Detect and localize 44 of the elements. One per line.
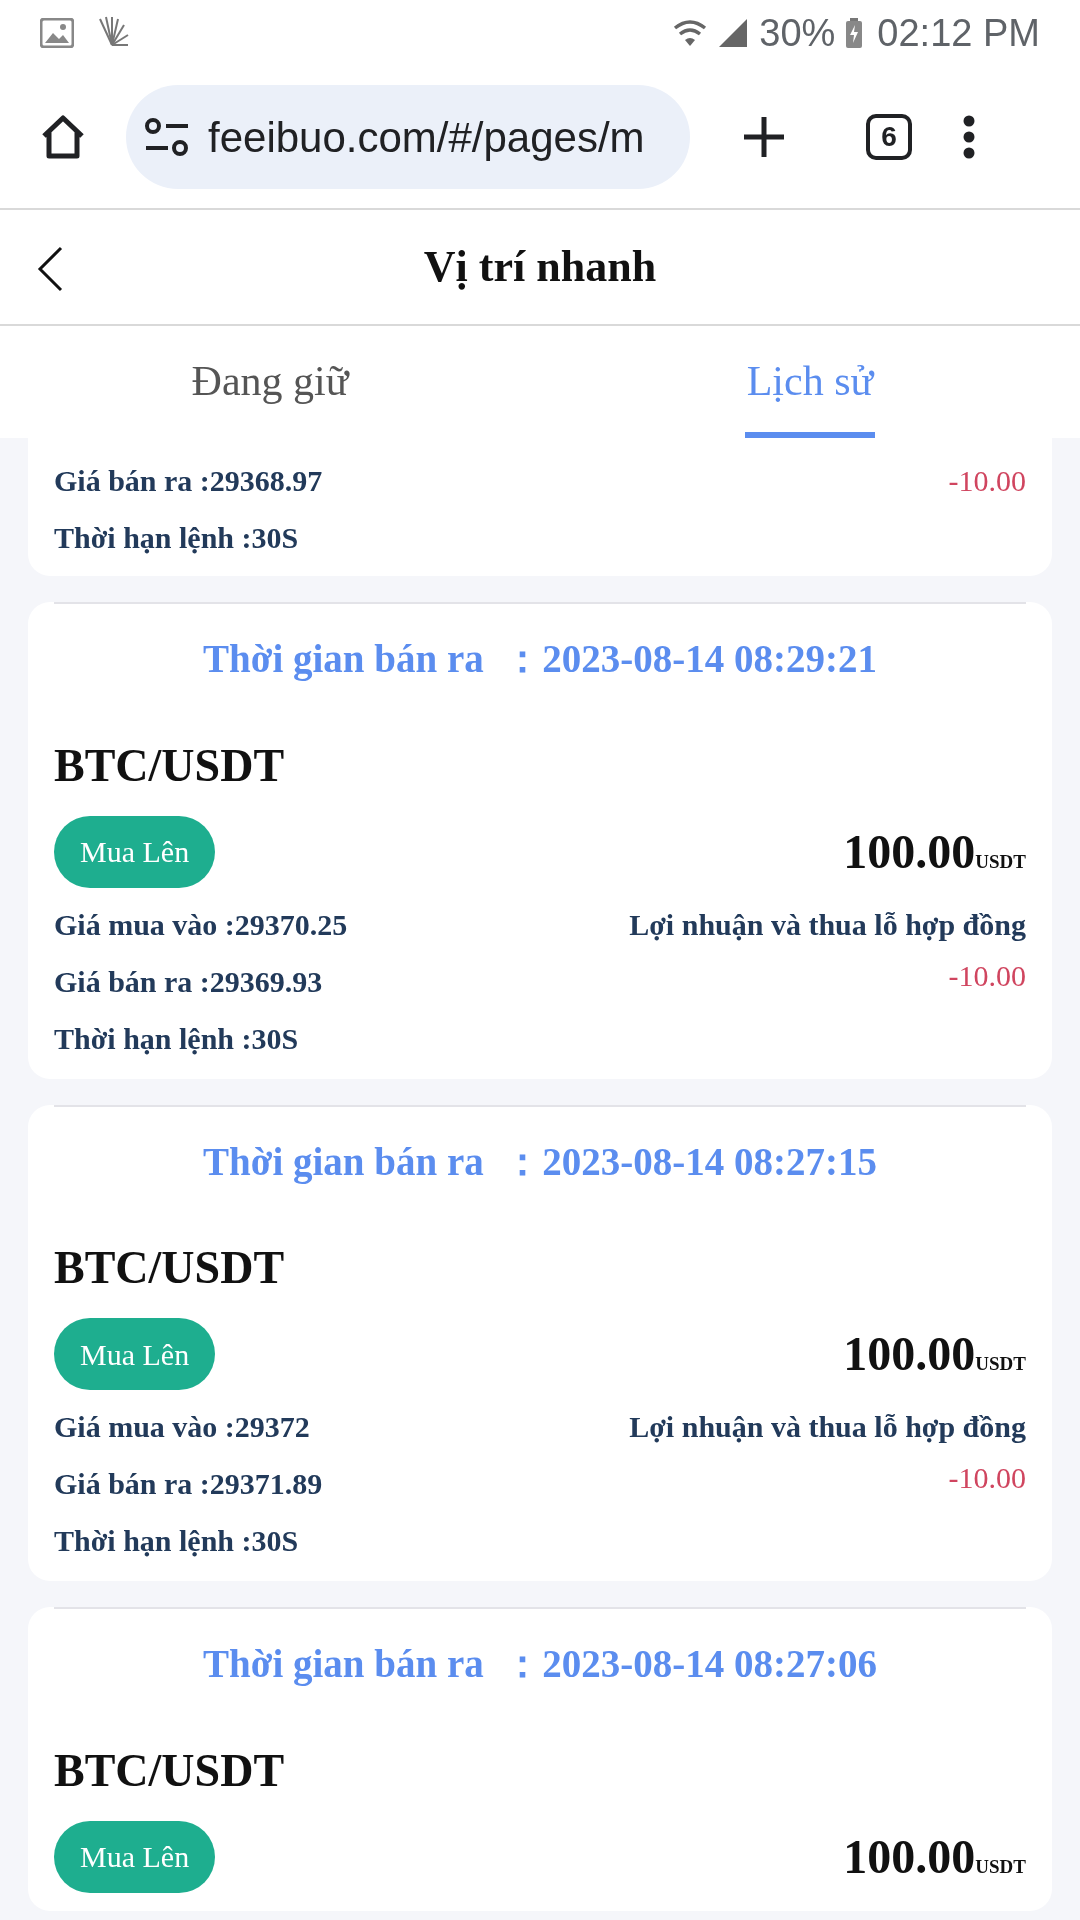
back-icon[interactable] (36, 246, 64, 292)
pnl-value: -10.00 (948, 957, 1026, 994)
more-menu-icon[interactable] (962, 115, 976, 159)
tune-icon (144, 117, 190, 157)
sell-time: Thời gian bán ra ：2023-08-14 08:27:06 (202, 1641, 878, 1688)
trading-pair: BTC/USDT (54, 1241, 285, 1295)
sell-price: Giá bán ra :29368.97 (54, 463, 323, 499)
battery-icon (845, 18, 864, 48)
pnl-value: -10.00 (948, 1460, 1026, 1496)
amount: 100.00 (843, 1828, 976, 1885)
tab-count-button[interactable]: 6 (866, 114, 912, 160)
url-text: feeibuo.com/#/pages/m (208, 112, 645, 163)
sell-price: Giá bán ra :29371.89 (54, 1466, 323, 1502)
pnl-label: Lợi nhuận và thua lỗ hợp đồng (629, 906, 1026, 943)
sell-time: Thời gian bán ra ：2023-08-14 08:29:21 (202, 636, 878, 683)
order-duration: Thời hạn lệnh :30S (54, 520, 299, 556)
tab[interactable]: Đang giữ (189, 326, 351, 438)
sell-time: Thời gian bán ra ：2023-08-14 08:27:15 (202, 1138, 878, 1186)
trading-pair: BTC/USDT (54, 738, 285, 793)
direction-button[interactable]: Mua Lên (54, 815, 216, 888)
pnl-value: -10.00 (948, 463, 1026, 499)
sell-price: Giá bán ra :29369.93 (54, 963, 323, 1000)
buy-price: Giá mua vào :29372 (54, 1409, 310, 1445)
currency-unit: USDT (975, 1353, 1026, 1376)
clock: 02:12 PM (877, 10, 1040, 56)
order-duration: Thời hạn lệnh :30S (54, 1020, 299, 1057)
amount: 100.00 (843, 1326, 976, 1382)
direction-button[interactable]: Mua Lên (54, 1820, 216, 1893)
currency-unit: USDT (975, 1855, 1026, 1879)
order-duration: Thời hạn lệnh :30S (54, 1523, 299, 1559)
address-bar[interactable]: feeibuo.com/#/pages/m (126, 85, 690, 189)
pnl-label: Lợi nhuận và thua lỗ hợp đồng (629, 1409, 1026, 1445)
currency-unit: USDT (975, 850, 1026, 874)
page-title: Vị trí nhanh (423, 241, 657, 293)
home-icon[interactable] (40, 114, 86, 160)
plus-icon[interactable] (742, 115, 786, 159)
buy-price: Giá mua vào :29370.25 (54, 906, 348, 943)
signal-icon (717, 17, 750, 49)
trading-pair: BTC/USDT (54, 1743, 285, 1798)
amount: 100.00 (843, 823, 976, 880)
direction-button[interactable]: Mua Lên (54, 1318, 216, 1390)
battery-percent: 30% (759, 10, 836, 56)
wifi-icon (673, 19, 708, 47)
image-icon (40, 18, 74, 48)
